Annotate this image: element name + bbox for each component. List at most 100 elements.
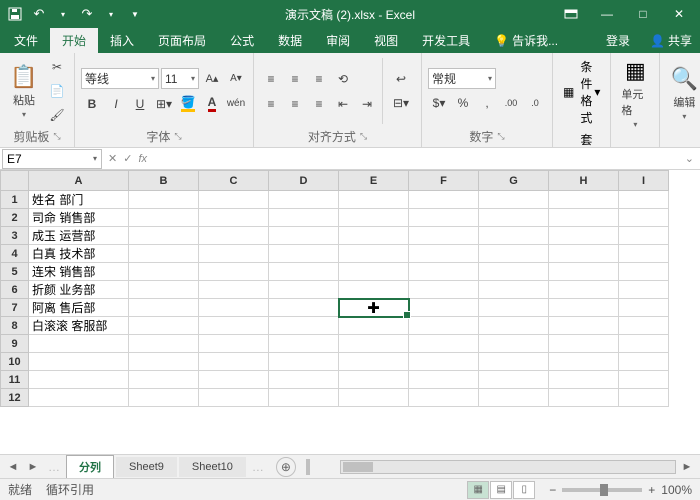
- cell[interactable]: [619, 317, 669, 335]
- formula-input[interactable]: [153, 150, 679, 168]
- row-header[interactable]: 9: [1, 335, 29, 353]
- cell[interactable]: [619, 389, 669, 407]
- cell[interactable]: [409, 191, 479, 209]
- cell[interactable]: [199, 227, 269, 245]
- expand-formula-bar-icon[interactable]: ⌄: [685, 152, 694, 165]
- tab-home[interactable]: 开始: [50, 28, 98, 53]
- cell[interactable]: [29, 389, 129, 407]
- sheet-tab-active[interactable]: 分列: [66, 455, 114, 479]
- cell[interactable]: [339, 191, 409, 209]
- cell[interactable]: [479, 209, 549, 227]
- tab-view[interactable]: 视图: [362, 28, 410, 53]
- cell[interactable]: 白真 技术部: [29, 245, 129, 263]
- indent-right-button[interactable]: ⇥: [356, 93, 378, 115]
- cell[interactable]: [129, 281, 199, 299]
- cell[interactable]: [479, 353, 549, 371]
- copy-button[interactable]: 📄: [46, 80, 68, 102]
- cell[interactable]: [409, 371, 479, 389]
- increase-font-button[interactable]: A▴: [201, 68, 223, 90]
- cell[interactable]: [619, 191, 669, 209]
- wrap-text-button[interactable]: ↩: [387, 68, 415, 90]
- row-header[interactable]: 1: [1, 191, 29, 209]
- cell[interactable]: [479, 227, 549, 245]
- cell[interactable]: [269, 317, 339, 335]
- scroll-thumb[interactable]: [343, 462, 373, 472]
- cell[interactable]: [409, 245, 479, 263]
- cell[interactable]: ✚: [339, 299, 409, 317]
- maximize-icon[interactable]: □: [626, 3, 660, 25]
- phonetic-button[interactable]: wén: [225, 93, 247, 115]
- comma-button[interactable]: ,: [476, 92, 498, 114]
- currency-button[interactable]: $▾: [428, 92, 450, 114]
- cell[interactable]: [199, 299, 269, 317]
- cell[interactable]: [549, 317, 619, 335]
- cell[interactable]: 阿离 售后部: [29, 299, 129, 317]
- col-header[interactable]: A: [29, 171, 129, 191]
- cell[interactable]: [549, 353, 619, 371]
- font-size-combo[interactable]: 11▾: [161, 68, 199, 89]
- cell[interactable]: [29, 353, 129, 371]
- sheet-tab-3[interactable]: Sheet10: [179, 457, 246, 477]
- cell[interactable]: [339, 317, 409, 335]
- col-header[interactable]: B: [129, 171, 199, 191]
- qat-dropdown2-icon[interactable]: ▾: [100, 3, 122, 25]
- zoom-out-button[interactable]: −: [549, 483, 556, 497]
- row-header[interactable]: 5: [1, 263, 29, 281]
- cell[interactable]: [619, 245, 669, 263]
- expand-icon[interactable]: ⤡: [497, 131, 504, 142]
- zoom-in-button[interactable]: +: [648, 483, 655, 497]
- cell[interactable]: [199, 263, 269, 281]
- increase-decimal-button[interactable]: .00: [500, 92, 522, 114]
- row-header[interactable]: 6: [1, 281, 29, 299]
- cell[interactable]: [339, 227, 409, 245]
- cell[interactable]: [199, 335, 269, 353]
- cell[interactable]: [549, 227, 619, 245]
- cell[interactable]: [339, 389, 409, 407]
- expand-icon[interactable]: ⤡: [174, 131, 181, 142]
- cell[interactable]: [619, 353, 669, 371]
- cell[interactable]: [339, 209, 409, 227]
- format-painter-button[interactable]: 🖌: [46, 104, 68, 126]
- tab-developer[interactable]: 开发工具: [410, 28, 482, 53]
- cell[interactable]: 司命 销售部: [29, 209, 129, 227]
- cell[interactable]: 成玉 运营部: [29, 227, 129, 245]
- cell[interactable]: [129, 191, 199, 209]
- cell[interactable]: [479, 335, 549, 353]
- cell[interactable]: [129, 209, 199, 227]
- sheet-nav-prev-icon[interactable]: ◄: [4, 458, 22, 476]
- cell[interactable]: [269, 263, 339, 281]
- paste-button[interactable]: 📋 粘贴 ▾: [6, 56, 42, 126]
- cell[interactable]: [409, 335, 479, 353]
- tab-file[interactable]: 文件: [2, 28, 50, 53]
- cell[interactable]: [129, 335, 199, 353]
- cell[interactable]: [409, 209, 479, 227]
- bold-button[interactable]: B: [81, 93, 103, 115]
- cell[interactable]: [269, 281, 339, 299]
- cut-button[interactable]: ✂: [46, 56, 68, 78]
- row-header[interactable]: 10: [1, 353, 29, 371]
- underline-button[interactable]: U: [129, 93, 151, 115]
- row-header[interactable]: 2: [1, 209, 29, 227]
- tab-data[interactable]: 数据: [266, 28, 314, 53]
- font-name-combo[interactable]: 等线▾: [81, 68, 159, 89]
- cell[interactable]: [129, 353, 199, 371]
- cell[interactable]: 姓名 部门: [29, 191, 129, 209]
- align-middle-button[interactable]: ≡: [284, 68, 306, 90]
- share-button[interactable]: 👤共享: [642, 28, 700, 53]
- cell[interactable]: [339, 263, 409, 281]
- cell[interactable]: [479, 263, 549, 281]
- row-header[interactable]: 11: [1, 371, 29, 389]
- cell[interactable]: [549, 245, 619, 263]
- cell[interactable]: 白滚滚 客服部: [29, 317, 129, 335]
- italic-button[interactable]: I: [105, 93, 127, 115]
- col-header[interactable]: G: [479, 171, 549, 191]
- cell[interactable]: [549, 371, 619, 389]
- cell[interactable]: [619, 281, 669, 299]
- view-normal-button[interactable]: ▦: [467, 481, 489, 499]
- cell[interactable]: [619, 371, 669, 389]
- cell[interactable]: [269, 245, 339, 263]
- cell[interactable]: [619, 227, 669, 245]
- name-box[interactable]: E7▾: [2, 149, 102, 169]
- indent-left-button[interactable]: ⇤: [332, 93, 354, 115]
- cell[interactable]: [29, 371, 129, 389]
